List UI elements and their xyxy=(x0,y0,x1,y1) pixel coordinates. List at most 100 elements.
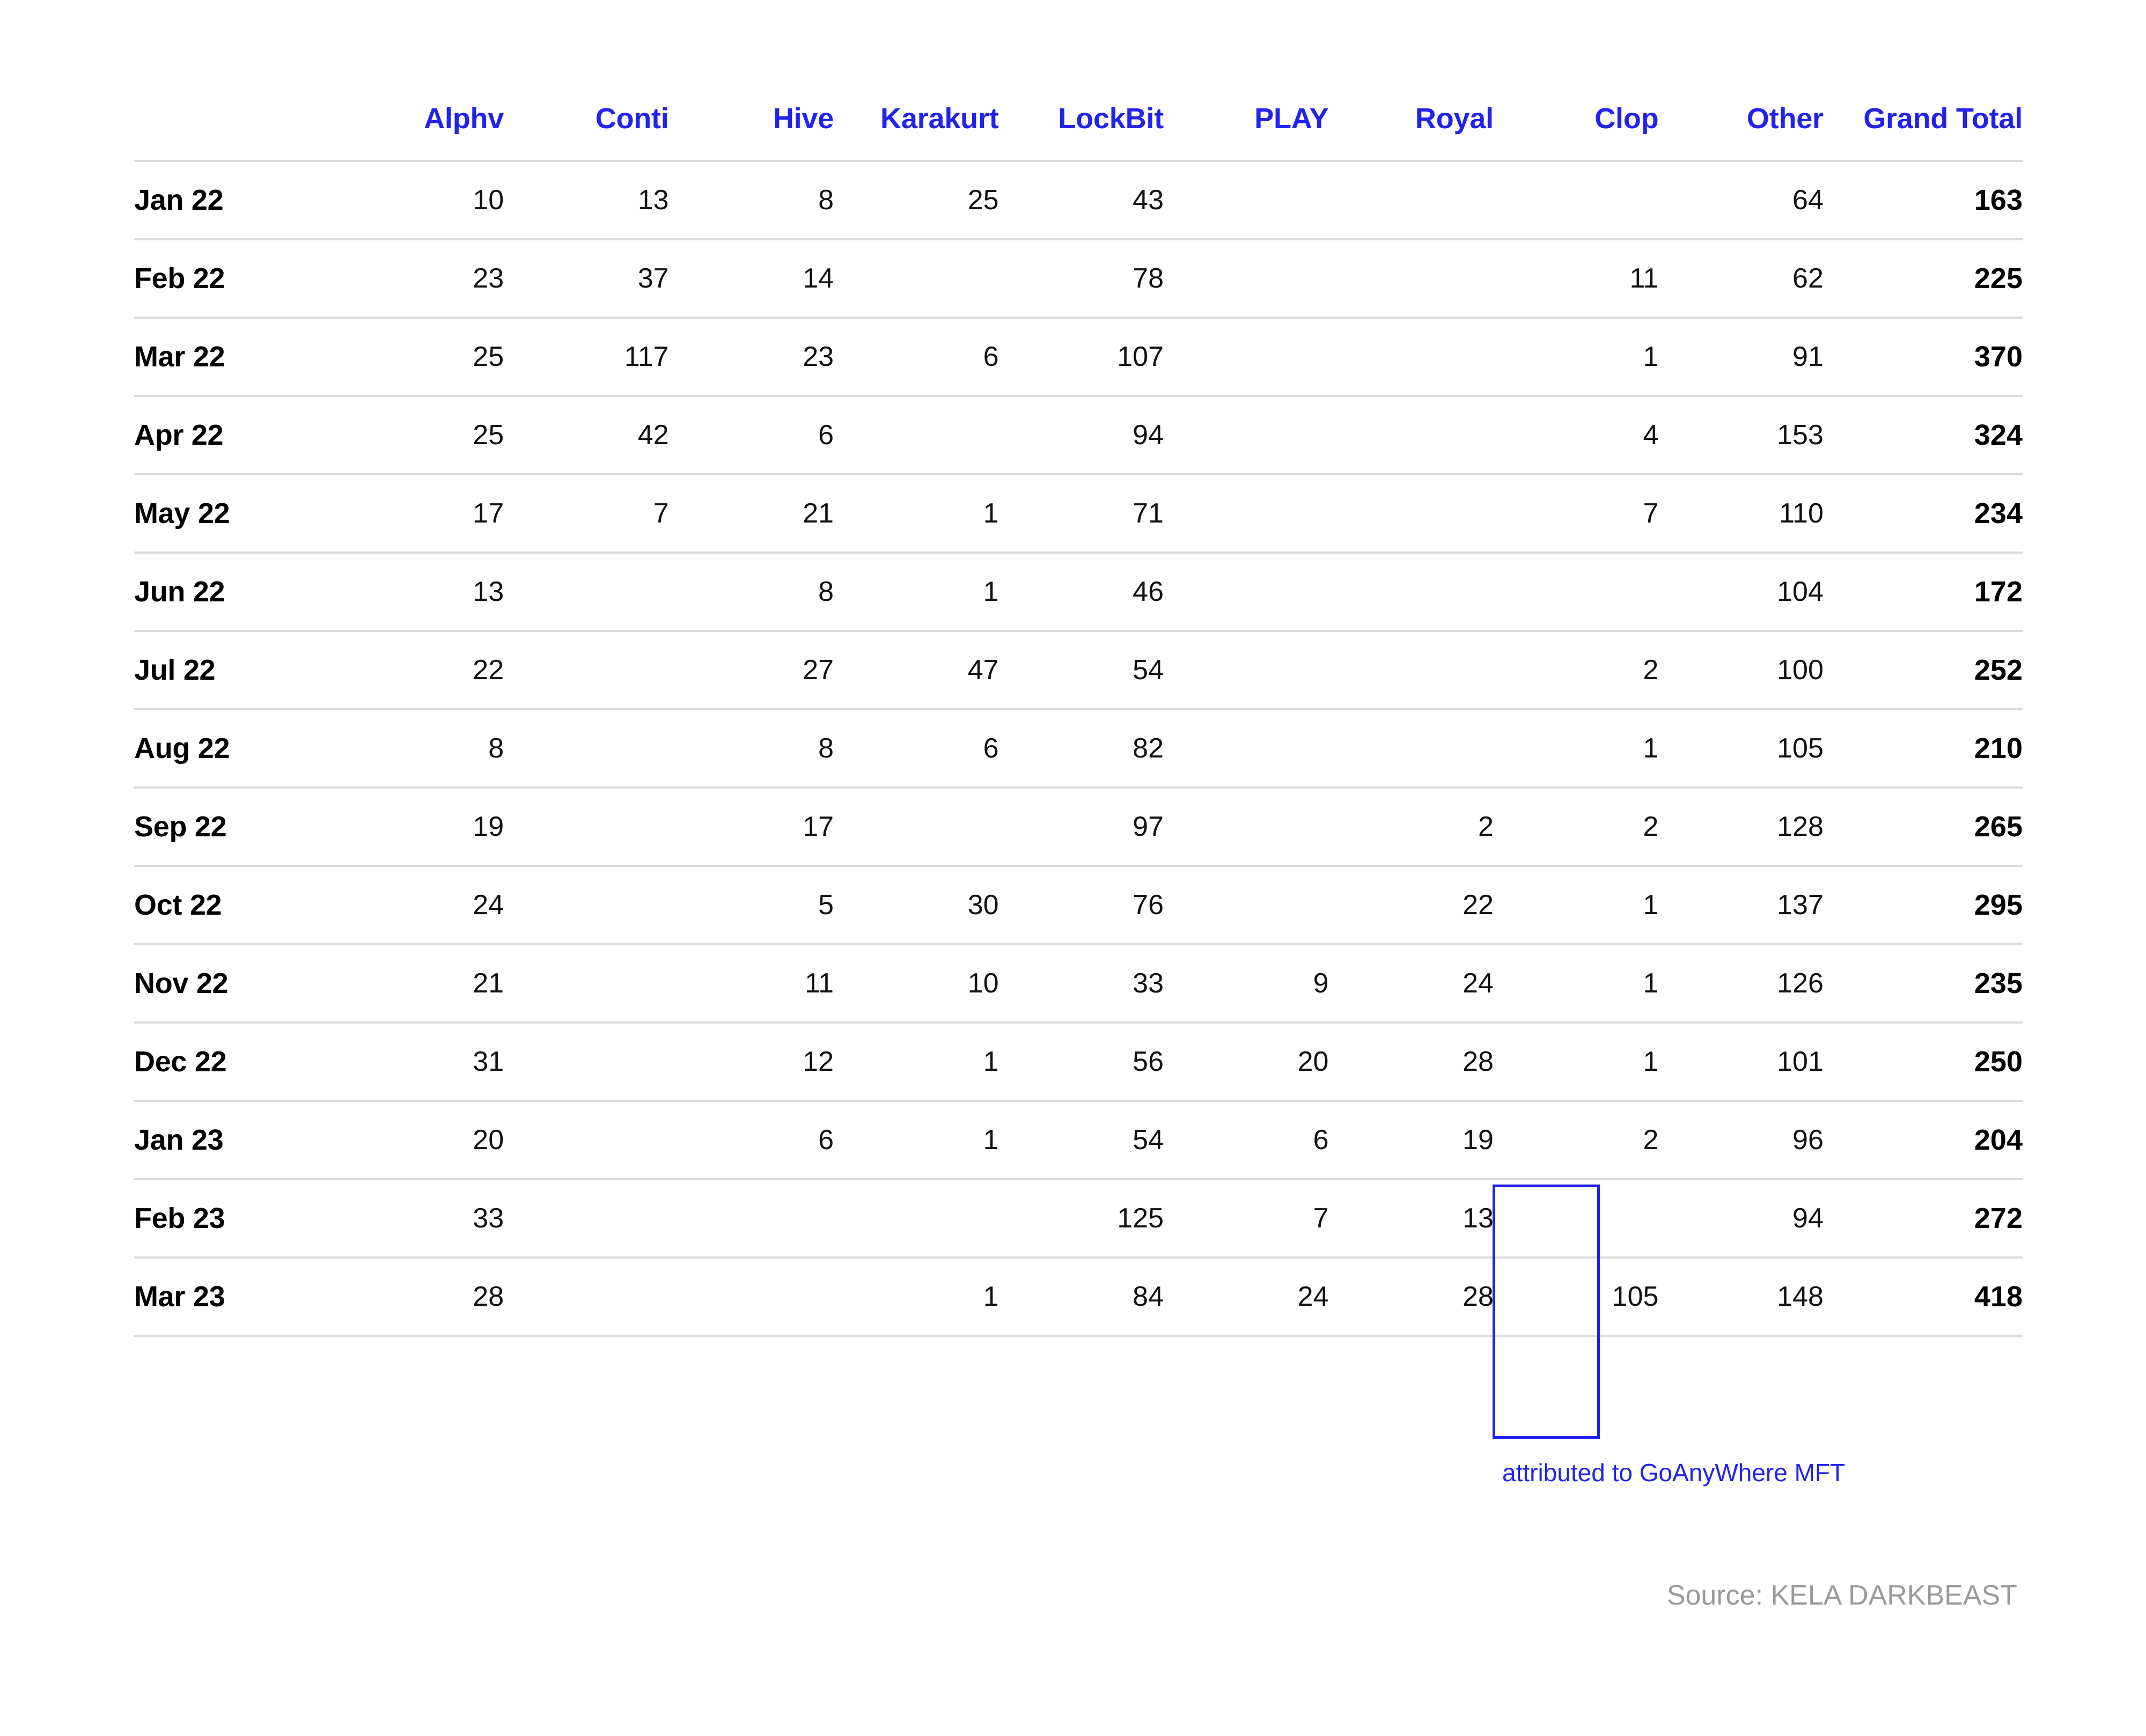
cell-lockbit: 125 xyxy=(998,1179,1164,1259)
cell-conti xyxy=(504,631,669,710)
table-row: Apr 22 25 42 6 94 4 153 324 xyxy=(134,396,2023,475)
cell-clop xyxy=(1493,1179,1659,1259)
cell-karakurt: 1 xyxy=(834,474,999,554)
cell-clop: 11 xyxy=(1493,239,1659,319)
cell-karakurt: 10 xyxy=(834,944,999,1024)
cell-grand-total: 370 xyxy=(1823,318,2023,397)
row-label-oct-22: Oct 22 xyxy=(134,866,339,945)
cell-conti xyxy=(504,944,669,1024)
row-label-feb-23: Feb 23 xyxy=(134,1179,339,1259)
cell-conti: 117 xyxy=(504,318,669,397)
cell-conti xyxy=(504,1101,669,1180)
cell-conti xyxy=(504,553,669,632)
cell-play xyxy=(1164,396,1329,475)
column-header-month xyxy=(134,102,339,162)
table-row: Jan 23 20 6 1 54 6 19 2 96 204 xyxy=(134,1101,2023,1180)
cell-clop: 4 xyxy=(1493,396,1659,475)
cell-clop xyxy=(1493,553,1659,632)
cell-grand-total: 265 xyxy=(1823,788,2023,867)
row-label-jul-22: Jul 22 xyxy=(134,631,339,710)
table-row: Mar 22 25 117 23 6 107 1 91 370 xyxy=(134,318,2023,397)
cell-royal xyxy=(1328,239,1494,319)
table-row: May 22 17 7 21 1 71 7 110 234 xyxy=(134,474,2023,554)
cell-conti: 13 xyxy=(504,161,669,240)
cell-alphv: 10 xyxy=(339,161,504,240)
cell-hive: 6 xyxy=(668,1101,834,1180)
cell-hive: 8 xyxy=(668,161,834,240)
cell-hive: 21 xyxy=(668,474,834,554)
cell-play xyxy=(1164,553,1329,632)
cell-royal xyxy=(1328,161,1494,240)
cell-clop: 105 xyxy=(1493,1257,1659,1337)
cell-other: 62 xyxy=(1658,239,1824,319)
cell-lockbit: 82 xyxy=(998,709,1164,789)
table-row: Jul 22 22 27 47 54 2 100 252 xyxy=(134,631,2023,710)
cell-grand-total: 225 xyxy=(1823,239,2023,319)
column-header-play: PLAY xyxy=(1164,102,1329,162)
cell-hive: 6 xyxy=(668,396,834,475)
cell-conti: 7 xyxy=(504,474,669,554)
cell-alphv: 21 xyxy=(339,944,504,1024)
cell-clop: 1 xyxy=(1493,318,1659,397)
cell-hive: 11 xyxy=(668,944,834,1024)
cell-lockbit: 76 xyxy=(998,866,1164,945)
cell-conti: 42 xyxy=(504,396,669,475)
header-row: Alphv Conti Hive Karakurt LockBit PLAY R… xyxy=(134,102,2023,162)
cell-lockbit: 84 xyxy=(998,1257,1164,1337)
table-row: Aug 22 8 8 6 82 1 105 210 xyxy=(134,709,2023,789)
table-row: Mar 23 28 1 84 24 28 105 148 418 xyxy=(134,1257,2023,1337)
cell-grand-total: 172 xyxy=(1823,553,2023,632)
cell-grand-total: 252 xyxy=(1823,631,2023,710)
row-label-jun-22: Jun 22 xyxy=(134,553,339,632)
cell-other: 64 xyxy=(1658,161,1824,240)
cell-royal: 24 xyxy=(1328,944,1494,1024)
cell-royal: 22 xyxy=(1328,866,1494,945)
cell-hive: 23 xyxy=(668,318,834,397)
cell-lockbit: 94 xyxy=(998,396,1164,475)
row-label-mar-22: Mar 22 xyxy=(134,318,339,397)
cell-alphv: 19 xyxy=(339,788,504,867)
pivot-table-container: Alphv Conti Hive Karakurt LockBit PLAY R… xyxy=(134,102,2023,1337)
cell-play: 24 xyxy=(1164,1257,1329,1337)
cell-royal: 19 xyxy=(1328,1101,1494,1180)
cell-play xyxy=(1164,866,1329,945)
table-row: Nov 22 21 11 10 33 9 24 1 126 235 xyxy=(134,944,2023,1024)
column-header-grand-total: Grand Total xyxy=(1823,102,2023,162)
column-header-conti: Conti xyxy=(504,102,669,162)
cell-royal: 13 xyxy=(1328,1179,1494,1259)
cell-royal xyxy=(1328,553,1494,632)
cell-hive: 14 xyxy=(668,239,834,319)
cell-grand-total: 210 xyxy=(1823,709,2023,789)
column-header-other: Other xyxy=(1658,102,1824,162)
cell-other: 153 xyxy=(1658,396,1824,475)
cell-royal xyxy=(1328,709,1494,789)
cell-clop: 7 xyxy=(1493,474,1659,554)
pivot-table-page: Alphv Conti Hive Karakurt LockBit PLAY R… xyxy=(0,0,2146,1736)
cell-grand-total: 250 xyxy=(1823,1023,2023,1102)
cell-grand-total: 418 xyxy=(1823,1257,2023,1337)
cell-grand-total: 204 xyxy=(1823,1101,2023,1180)
cell-other: 96 xyxy=(1658,1101,1824,1180)
cell-lockbit: 43 xyxy=(998,161,1164,240)
row-label-jan-23: Jan 23 xyxy=(134,1101,339,1180)
cell-grand-total: 234 xyxy=(1823,474,2023,554)
cell-karakurt: 1 xyxy=(834,1257,999,1337)
row-label-aug-22: Aug 22 xyxy=(134,709,339,789)
column-header-lockbit: LockBit xyxy=(998,102,1164,162)
cell-alphv: 25 xyxy=(339,318,504,397)
cell-grand-total: 295 xyxy=(1823,866,2023,945)
cell-lockbit: 78 xyxy=(998,239,1164,319)
table-row: Dec 22 31 12 1 56 20 28 1 101 250 xyxy=(134,1023,2023,1102)
cell-hive: 8 xyxy=(668,709,834,789)
cell-conti xyxy=(504,709,669,789)
cell-other: 137 xyxy=(1658,866,1824,945)
cell-karakurt: 6 xyxy=(834,318,999,397)
cell-clop: 2 xyxy=(1493,1101,1659,1180)
cell-other: 148 xyxy=(1658,1257,1824,1337)
row-label-may-22: May 22 xyxy=(134,474,339,554)
cell-play: 9 xyxy=(1164,944,1329,1024)
cell-grand-total: 163 xyxy=(1823,161,2023,240)
cell-royal: 28 xyxy=(1328,1023,1494,1102)
cell-other: 110 xyxy=(1658,474,1824,554)
table-body: Jan 22 10 13 8 25 43 64 163 Feb 22 23 37 14 78 11 62 22… xyxy=(134,161,2023,1337)
